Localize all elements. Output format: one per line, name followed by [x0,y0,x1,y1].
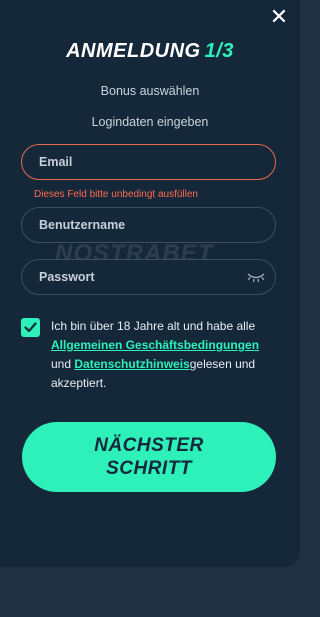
checkmark-icon [24,322,37,333]
terms-link[interactable]: Allgemeinen Geschäftsbedingungen [51,338,259,352]
email-field[interactable]: Email [21,144,276,180]
step-indicator: 1/3 [204,40,234,62]
next-step-button[interactable]: NÄCHSTER SCHRITT [22,422,276,492]
username-field[interactable]: Benutzername [21,207,276,243]
terms-text-part1: Ich bin über 18 Jahre alt und habe alle [51,319,256,333]
title-text: ANMELDUNG [66,40,201,62]
step-bonus-label: Bonus auswählen [100,84,200,98]
password-field-label: Passwort [39,270,95,284]
registration-panel: ✕ ANMELDUNG 1/3 Bonus auswählen Logindate… [0,0,300,567]
close-icon[interactable]: ✕ [268,6,290,28]
email-field-label: Email [39,155,73,169]
next-step-label-line1: NÄCHSTER [94,435,204,456]
page-title: ANMELDUNG 1/3 [0,40,300,63]
terms-text: Ich bin über 18 Jahre alt und habe alle … [51,317,281,393]
username-field-label: Benutzername [39,218,126,232]
terms-checkbox[interactable] [21,318,40,337]
password-field[interactable]: Passwort [21,259,276,295]
hide-password-icon[interactable] [247,271,265,283]
next-step-label-line2: SCHRITT [106,458,192,479]
privacy-link[interactable]: Datenschutzhinweis [74,357,189,371]
step-login-label: Logindaten eingeben [91,115,209,129]
email-error-message: Dieses Feld bitte unbedingt ausfüllen [34,189,198,200]
terms-text-part2: und [51,357,75,371]
